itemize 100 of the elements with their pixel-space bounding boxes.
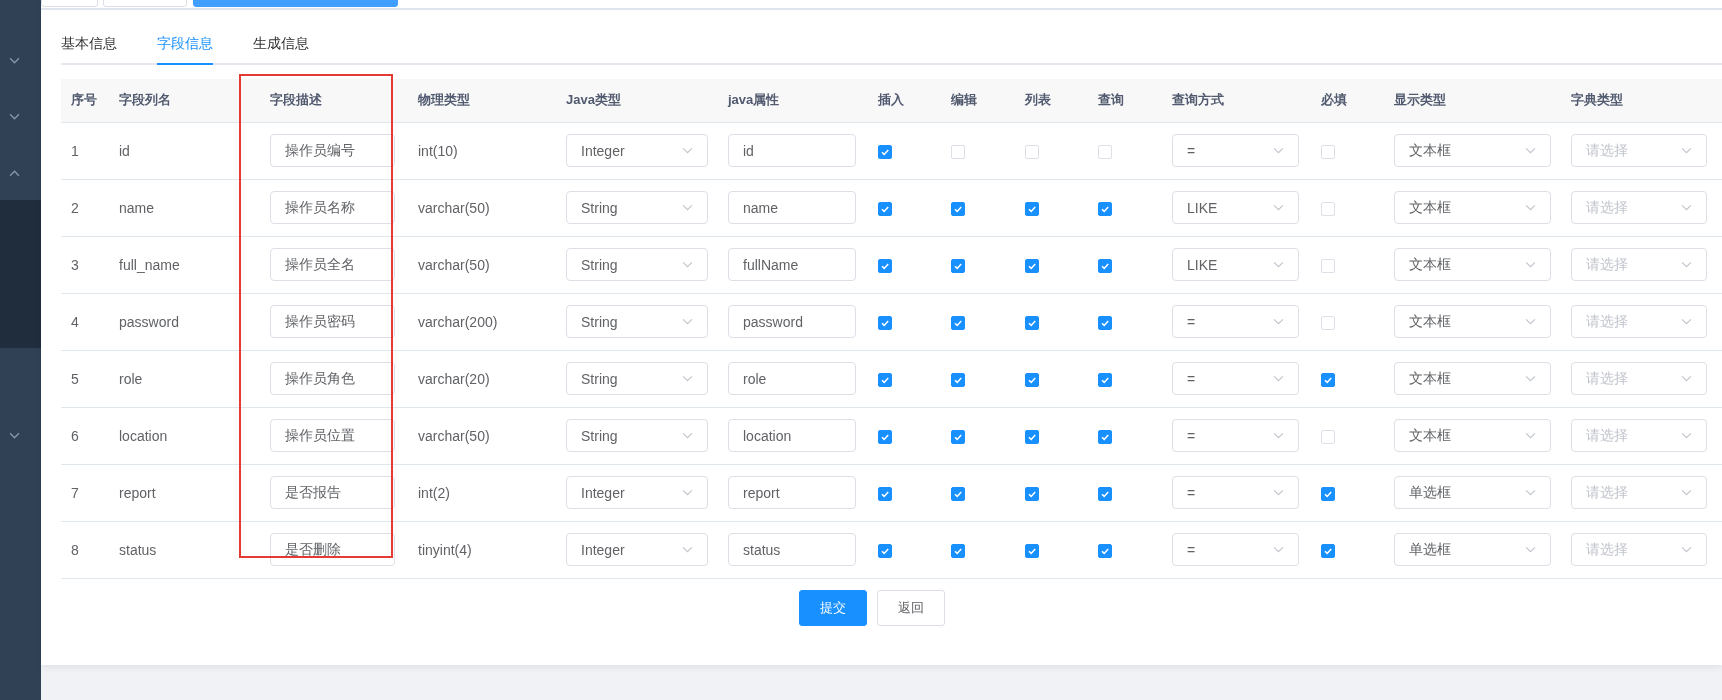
checkbox[interactable]	[1098, 429, 1112, 444]
tab[interactable]: 生成信息	[253, 35, 309, 65]
input-field[interactable]: role	[728, 362, 856, 395]
chevron-down-icon	[1273, 204, 1284, 211]
input-field[interactable]: 操作员位置	[270, 419, 395, 452]
checkbox[interactable]	[1098, 201, 1112, 216]
checkbox[interactable]	[878, 258, 892, 273]
dropdown[interactable]: Integer	[566, 476, 708, 509]
table-cell: 5	[71, 370, 79, 387]
table-cell: report	[119, 484, 156, 501]
checkbox[interactable]	[1098, 372, 1112, 387]
checkbox[interactable]	[1098, 258, 1112, 273]
input-field[interactable]: 操作员名称	[270, 191, 395, 224]
column-header: 查询	[1098, 92, 1124, 108]
dropdown[interactable]: =	[1172, 134, 1299, 167]
checkbox[interactable]	[878, 372, 892, 387]
checkbox[interactable]	[878, 201, 892, 216]
tab[interactable]: 字段信息	[157, 35, 213, 65]
chevron-icon[interactable]	[9, 170, 20, 177]
input-field[interactable]: report	[728, 476, 856, 509]
dropdown[interactable]: 文本框	[1394, 305, 1551, 338]
chevron-down-icon	[1273, 318, 1284, 325]
checkbox[interactable]	[878, 486, 892, 501]
dropdown[interactable]: 文本框	[1394, 362, 1551, 395]
dropdown[interactable]: 文本框	[1394, 134, 1551, 167]
input-field[interactable]: 是否删除	[270, 533, 395, 566]
checkbox[interactable]	[1321, 372, 1335, 387]
checkbox[interactable]	[1025, 543, 1039, 558]
table-cell: status	[119, 541, 157, 558]
dropdown[interactable]: =	[1172, 305, 1299, 338]
dropdown[interactable]: Integer	[566, 533, 708, 566]
dropdown[interactable]: 文本框	[1394, 191, 1551, 224]
checkbox[interactable]	[1025, 315, 1039, 330]
dropdown[interactable]: =	[1172, 419, 1299, 452]
checkbox[interactable]	[878, 315, 892, 330]
checkbox[interactable]	[951, 486, 965, 501]
input-field[interactable]: status	[728, 533, 856, 566]
chevron-down-icon	[1525, 261, 1536, 268]
chevron-icon[interactable]	[9, 113, 20, 120]
input-field[interactable]: 操作员角色	[270, 362, 395, 395]
dropdown[interactable]: =	[1172, 362, 1299, 395]
checkbox[interactable]	[1321, 486, 1335, 501]
checkbox[interactable]	[1025, 258, 1039, 273]
checkbox[interactable]	[1025, 372, 1039, 387]
checkbox[interactable]	[951, 315, 965, 330]
checkbox[interactable]	[878, 543, 892, 558]
input-field[interactable]: name	[728, 191, 856, 224]
input-field[interactable]: id	[728, 134, 856, 167]
table-cell: 7	[71, 484, 79, 501]
table-cell: 8	[71, 541, 79, 558]
dropdown[interactable]: Integer	[566, 134, 708, 167]
checkbox[interactable]	[951, 201, 965, 216]
dropdown[interactable]: LIKE	[1172, 191, 1299, 224]
dropdown[interactable]: 单选框	[1394, 476, 1551, 509]
back-button[interactable]: 返回	[876, 589, 945, 626]
dropdown[interactable]: 单选框	[1394, 533, 1551, 566]
chevron-down-icon	[1273, 147, 1284, 154]
chevron-down-icon	[1525, 546, 1536, 553]
input-field[interactable]: 是否报告	[270, 476, 395, 509]
dropdown[interactable]: 文本框	[1394, 248, 1551, 281]
checkbox[interactable]	[1321, 543, 1335, 558]
dropdown[interactable]: LIKE	[1172, 248, 1299, 281]
checkbox[interactable]	[1025, 486, 1039, 501]
input-field[interactable]: 操作员编号	[270, 134, 395, 167]
tab[interactable]: 基本信息	[61, 35, 117, 65]
dropdown[interactable]: =	[1172, 533, 1299, 566]
chevron-down-icon	[1273, 261, 1284, 268]
chevron-down-icon	[1525, 204, 1536, 211]
input-field[interactable]: 操作员密码	[270, 305, 395, 338]
input-field[interactable]: location	[728, 419, 856, 452]
checkbox[interactable]	[1098, 315, 1112, 330]
checkbox[interactable]	[1098, 486, 1112, 501]
checkbox[interactable]	[1098, 543, 1112, 558]
table-cell: 3	[71, 256, 79, 273]
chevron-down-icon	[682, 489, 693, 496]
dropdown[interactable]: String	[566, 305, 708, 338]
checkbox[interactable]	[951, 372, 965, 387]
input-field[interactable]: password	[728, 305, 856, 338]
column-header: 字典类型	[1571, 92, 1623, 108]
column-header: 物理类型	[418, 92, 470, 108]
submit-button[interactable]: 提交	[798, 589, 867, 626]
dropdown[interactable]: String	[566, 362, 708, 395]
chevron-icon[interactable]	[9, 57, 20, 64]
checkbox[interactable]	[951, 258, 965, 273]
checkbox[interactable]	[1025, 429, 1039, 444]
checkbox[interactable]	[951, 429, 965, 444]
dropdown[interactable]: String	[566, 248, 708, 281]
dropdown[interactable]: String	[566, 419, 708, 452]
checkbox[interactable]	[878, 144, 892, 159]
chevron-icon[interactable]	[9, 432, 20, 439]
checkbox[interactable]	[951, 543, 965, 558]
table-cell: location	[119, 427, 168, 444]
dropdown[interactable]: String	[566, 191, 708, 224]
input-field[interactable]: fullName	[728, 248, 856, 281]
checkbox[interactable]	[878, 429, 892, 444]
checkbox[interactable]	[1025, 201, 1039, 216]
dropdown[interactable]: 文本框	[1394, 419, 1551, 452]
dropdown[interactable]: =	[1172, 476, 1299, 509]
input-field[interactable]: 操作员全名	[270, 248, 395, 281]
chevron-down-icon	[1681, 546, 1692, 553]
